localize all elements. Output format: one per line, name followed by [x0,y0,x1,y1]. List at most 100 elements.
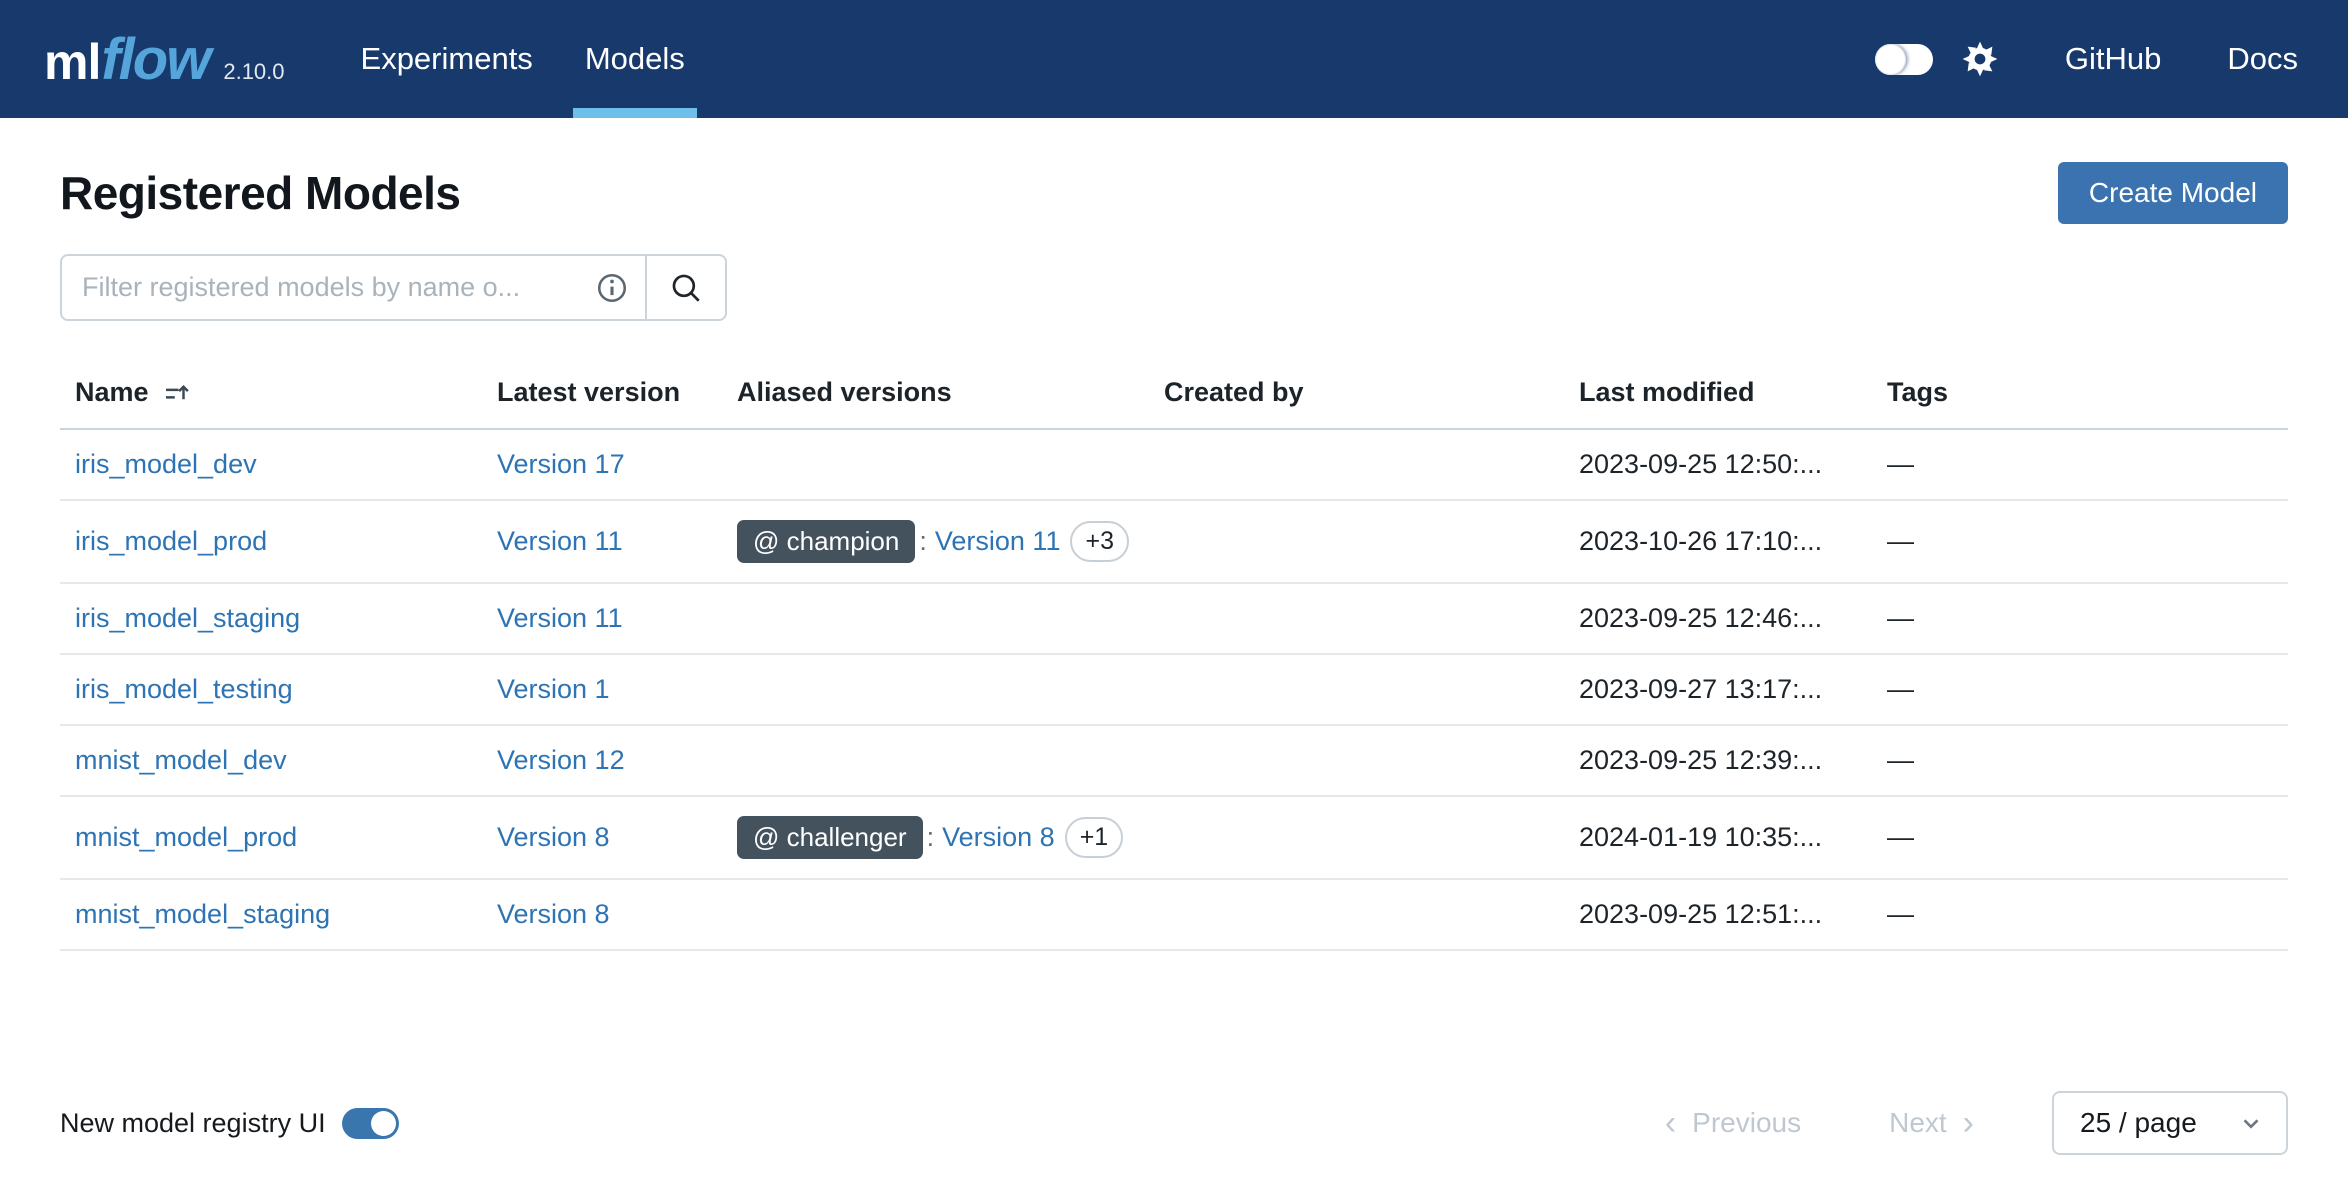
footer-row: New model registry UI ‹ Previous Next › … [60,1091,2288,1195]
nav-link-github[interactable]: GitHub [2065,41,2161,77]
aliased-versions-cell [722,726,1149,795]
model-name-link[interactable]: iris_model_testing [75,674,293,705]
aliased-versions-cell [722,430,1149,499]
title-row: Registered Models Create Model [60,162,2288,224]
next-page-button[interactable]: Next › [1889,1106,1974,1140]
page-size-value: 25 / page [2080,1107,2197,1139]
alias-more-badge[interactable]: +3 [1070,521,1129,562]
theme-toggle-knob [1875,44,1906,75]
nav-link-docs[interactable]: Docs [2227,41,2298,77]
last-modified-cell: 2023-09-25 12:50:... [1564,430,1872,499]
model-name-link[interactable]: mnist_model_staging [75,899,330,930]
model-name-link[interactable]: iris_model_staging [75,603,300,634]
page-size-select[interactable]: 25 / page [2052,1091,2288,1155]
toggle-knob [371,1111,396,1136]
created-by-cell [1149,797,1564,878]
model-name-link[interactable]: iris_model_dev [75,449,257,480]
latest-version-link[interactable]: Version 11 [497,526,623,557]
tags-cell: — [1872,655,2288,724]
tab-experiments[interactable]: Experiments [335,0,559,118]
page-title: Registered Models [60,166,461,220]
last-modified-cell: 2023-09-25 12:39:... [1564,726,1872,795]
column-header-tags: Tags [1872,365,2288,428]
aliased-versions-cell [722,655,1149,724]
table-row: iris_model_dev Version 17 2023-09-25 12:… [60,430,2288,501]
alias-tag[interactable]: @ challenger [737,816,923,859]
last-modified-cell: 2024-01-19 10:35:... [1564,797,1872,878]
latest-version-link[interactable]: Version 8 [497,899,610,930]
main-content: Registered Models Create Model [0,162,2348,1195]
last-modified-cell: 2023-10-26 17:10:... [1564,501,1872,582]
logo-version: 2.10.0 [223,59,284,85]
logo-flow-text: flow [101,26,209,93]
latest-version-link[interactable]: Version 11 [497,603,623,634]
chevron-down-icon [2238,1110,2264,1136]
table-row: mnist_model_dev Version 12 2023-09-25 12… [60,726,2288,797]
tags-cell: — [1872,797,2288,878]
previous-page-button[interactable]: ‹ Previous [1665,1106,1801,1140]
model-filter-input[interactable] [82,272,585,303]
nav-tabs: Experiments Models [335,0,711,118]
tags-cell: — [1872,584,2288,653]
aliased-versions-cell [722,880,1149,949]
alias-colon: : [919,526,927,557]
alias-version-link[interactable]: Version 11 [935,526,1061,557]
search-input-wrap [62,256,645,319]
alias-tag[interactable]: @ champion [737,520,915,563]
pagination: ‹ Previous Next › 25 / page [1665,1091,2288,1155]
latest-version-link[interactable]: Version 12 [497,745,625,776]
navbar-right: GitHub Docs [1875,40,2298,78]
search-icon [669,271,703,305]
table-header: Name Latest version Aliased versions [60,365,2288,430]
created-by-cell [1149,430,1564,499]
model-filter-search-group [60,254,727,321]
new-model-registry-toggle[interactable] [342,1108,399,1139]
table-row: iris_model_prod Version 11 @ champion : … [60,501,2288,584]
table-row: mnist_model_prod Version 8 @ challenger … [60,797,2288,880]
model-name-link[interactable]: mnist_model_dev [75,745,287,776]
created-by-cell [1149,501,1564,582]
latest-version-link[interactable]: Version 1 [497,674,610,705]
model-name-link[interactable]: iris_model_prod [75,526,267,557]
aliased-versions-cell [722,584,1149,653]
model-name-link[interactable]: mnist_model_prod [75,822,297,853]
latest-version-link[interactable]: Version 17 [497,449,625,480]
column-header-name[interactable]: Name [60,365,482,428]
theme-toggle[interactable] [1875,44,1933,75]
sort-ascending-icon [161,378,191,408]
aliased-versions-cell: @ challenger : Version 8 +1 [722,797,1149,878]
tab-models-label: Models [585,41,685,77]
registry-toggle-wrap: New model registry UI [60,1108,399,1139]
alias-more-badge[interactable]: +1 [1065,817,1124,858]
tags-cell: — [1872,880,2288,949]
create-model-button[interactable]: Create Model [2058,162,2288,224]
tags-cell: — [1872,430,2288,499]
last-modified-cell: 2023-09-25 12:51:... [1564,880,1872,949]
aliased-versions-cell: @ champion : Version 11 +3 [722,501,1149,582]
tab-experiments-label: Experiments [361,41,533,77]
previous-label: Previous [1692,1107,1801,1139]
registry-toggle-label: New model registry UI [60,1108,326,1139]
info-icon[interactable] [595,271,629,305]
table-body: iris_model_dev Version 17 2023-09-25 12:… [60,430,2288,951]
created-by-cell [1149,880,1564,949]
latest-version-link[interactable]: Version 8 [497,822,610,853]
tags-cell: — [1872,501,2288,582]
created-by-cell [1149,655,1564,724]
gear-icon[interactable] [1961,40,1999,78]
tab-models[interactable]: Models [559,0,711,118]
column-header-last-modified: Last modified [1564,365,1872,428]
last-modified-cell: 2023-09-27 13:17:... [1564,655,1872,724]
next-label: Next [1889,1107,1947,1139]
table-row: iris_model_testing Version 1 2023-09-27 … [60,655,2288,726]
top-navbar: mlflow 2.10.0 Experiments Models [0,0,2348,118]
chevron-left-icon: ‹ [1665,1106,1676,1140]
mlflow-logo[interactable]: mlflow 2.10.0 [44,26,285,93]
tags-cell: — [1872,726,2288,795]
column-header-created-by: Created by [1149,365,1564,428]
alias-colon: : [927,822,935,853]
search-button[interactable] [645,256,725,319]
alias-version-link[interactable]: Version 8 [942,822,1055,853]
column-header-aliased-versions: Aliased versions [722,365,1149,428]
search-row [60,254,2288,321]
